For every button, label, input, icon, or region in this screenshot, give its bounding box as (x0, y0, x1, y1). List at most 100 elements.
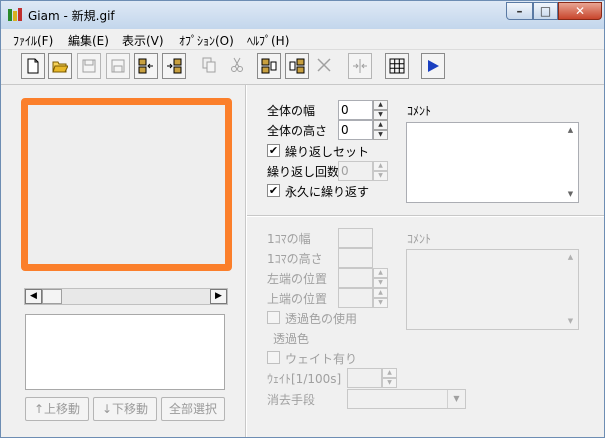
frame-list[interactable] (25, 314, 225, 390)
wait-time-input[interactable] (347, 368, 382, 388)
dispose-select[interactable]: ▼ (347, 389, 466, 409)
paste-after-icon (289, 58, 305, 74)
maximize-icon: □ (539, 4, 552, 18)
global-width-input[interactable]: 0 (338, 100, 373, 120)
split-icon (353, 59, 367, 73)
insert-frame-before-icon (138, 58, 153, 74)
grid-button[interactable] (385, 53, 409, 79)
global-width-label: 全体の幅 (267, 104, 316, 118)
chevron-down-icon[interactable]: ▼ (447, 390, 465, 408)
frame-top-label: 上端の位置 (267, 292, 328, 306)
frame-top-input[interactable] (338, 288, 373, 308)
global-width-spinner[interactable]: ▲ ▼ (373, 100, 388, 120)
preview-scrollbar[interactable]: ◀ ▶ (24, 288, 228, 305)
wait-time-spinner[interactable]: ▲ ▼ (382, 368, 397, 388)
frame-width-input[interactable] (338, 228, 373, 248)
scroll-right-icon[interactable]: ▶ (210, 289, 227, 304)
cut-icon (231, 57, 243, 72)
insert-after-button[interactable] (162, 53, 186, 79)
menu-view[interactable]: 表示(V) (122, 32, 164, 49)
wait-checkbox[interactable] (267, 351, 280, 364)
insert-before-button[interactable] (134, 53, 158, 79)
paste-before-button[interactable] (257, 53, 281, 79)
paste-before-icon (261, 58, 277, 74)
transparent-use-checkbox[interactable] (267, 311, 280, 324)
wait-time-label: ｳｪｲﾄ[1/100s] (267, 372, 342, 386)
frame-preview (21, 98, 232, 271)
play-icon (428, 60, 439, 72)
app-icon (8, 8, 22, 21)
insert-frame-after-icon (167, 58, 182, 74)
frame-top-spinner[interactable]: ▲ ▼ (373, 288, 388, 308)
window-title: Giam - 新規.gif (28, 9, 115, 23)
transparent-color-label: 透過色 (273, 332, 310, 346)
frame-left-label: 左端の位置 (267, 272, 328, 286)
wait-label: ウェイト有り (285, 352, 358, 366)
loop-forever-checkbox[interactable]: ✔ (267, 184, 280, 197)
scroll-up-icon[interactable]: ▲ (563, 123, 578, 138)
global-comment-label: ｺﾒﾝﾄ (407, 104, 432, 118)
play-button[interactable] (421, 53, 445, 79)
frame-height-label: 1ｺﾏの高さ (267, 252, 323, 266)
title-bar[interactable]: Giam - 新規.gif – □ ✕ (1, 1, 604, 29)
frame-comment-scrollbar[interactable]: ▲ ▼ (563, 250, 578, 329)
minimize-icon: – (516, 4, 523, 18)
global-comment-textarea[interactable]: ▲ ▼ (406, 122, 579, 203)
transparent-use-label: 透過色の使用 (285, 312, 358, 326)
scroll-up-icon[interactable]: ▲ (563, 250, 578, 265)
scroll-thumb[interactable] (42, 289, 62, 304)
grid-icon (389, 58, 405, 74)
save-icon (82, 59, 96, 73)
global-height-input[interactable]: 0 (338, 120, 373, 140)
split-button[interactable] (348, 53, 372, 79)
comment-scrollbar[interactable]: ▲ ▼ (563, 123, 578, 202)
loop-set-label: 繰り返しセット (285, 145, 370, 159)
cut-button[interactable] (226, 53, 250, 79)
frame-left-spinner[interactable]: ▲ ▼ (373, 268, 388, 288)
frame-left-input[interactable] (338, 268, 373, 288)
menu-edit[interactable]: 編集(E) (68, 32, 109, 49)
delete-icon (317, 58, 331, 72)
minimize-button[interactable]: – (506, 2, 533, 20)
open-icon (52, 61, 68, 73)
close-icon: ✕ (574, 4, 586, 18)
scroll-left-icon[interactable]: ◀ (25, 289, 42, 304)
save-as-icon (111, 59, 125, 73)
vertical-divider (245, 85, 247, 437)
open-button[interactable] (48, 53, 72, 79)
move-down-button[interactable]: ↓下移動 (93, 397, 157, 421)
horizontal-divider (247, 215, 604, 217)
close-button[interactable]: ✕ (558, 2, 602, 20)
global-height-spinner[interactable]: ▲ ▼ (373, 120, 388, 140)
frame-comment-textarea[interactable]: ▲ ▼ (406, 249, 579, 330)
frame-width-label: 1ｺﾏの幅 (267, 232, 311, 246)
save-as-button[interactable] (106, 53, 130, 79)
new-button[interactable] (21, 53, 45, 79)
maximize-button[interactable]: □ (533, 2, 558, 20)
loop-set-checkbox[interactable]: ✔ (267, 144, 280, 157)
scroll-down-icon[interactable]: ▼ (563, 187, 578, 202)
loop-count-label: 繰り返し回数 (267, 165, 340, 179)
menu-file[interactable]: ﾌｧｲﾙ(F) (13, 32, 53, 49)
scroll-down-icon[interactable]: ▼ (563, 314, 578, 329)
select-all-button[interactable]: 全部選択 (161, 397, 225, 421)
menu-options[interactable]: ｵﾌﾟｼｮﾝ(O) (179, 32, 234, 49)
loop-forever-label: 永久に繰り返す (285, 185, 370, 199)
copy-icon (202, 57, 216, 73)
delete-button[interactable] (313, 53, 337, 79)
loop-count-input[interactable]: 0 (338, 161, 373, 181)
menu-help[interactable]: ﾍﾙﾌﾟ(H) (247, 32, 289, 49)
toolbar (1, 50, 604, 85)
new-icon (27, 58, 39, 74)
menu-bar: ﾌｧｲﾙ(F) 編集(E) 表示(V) ｵﾌﾟｼｮﾝ(O) ﾍﾙﾌﾟ(H) (1, 29, 604, 50)
dispose-label: 消去手段 (267, 393, 316, 407)
save-button[interactable] (77, 53, 101, 79)
frame-height-input[interactable] (338, 248, 373, 268)
loop-count-spinner[interactable]: ▲ ▼ (373, 161, 388, 181)
app-window: Giam - 新規.gif – □ ✕ ﾌｧｲﾙ(F) 編集(E) 表示(V) … (0, 0, 605, 438)
paste-after-button[interactable] (285, 53, 309, 79)
global-height-label: 全体の高さ (267, 124, 328, 138)
frame-comment-label: ｺﾒﾝﾄ (407, 232, 432, 246)
copy-button[interactable] (198, 53, 222, 79)
move-up-button[interactable]: ↑上移動 (25, 397, 89, 421)
